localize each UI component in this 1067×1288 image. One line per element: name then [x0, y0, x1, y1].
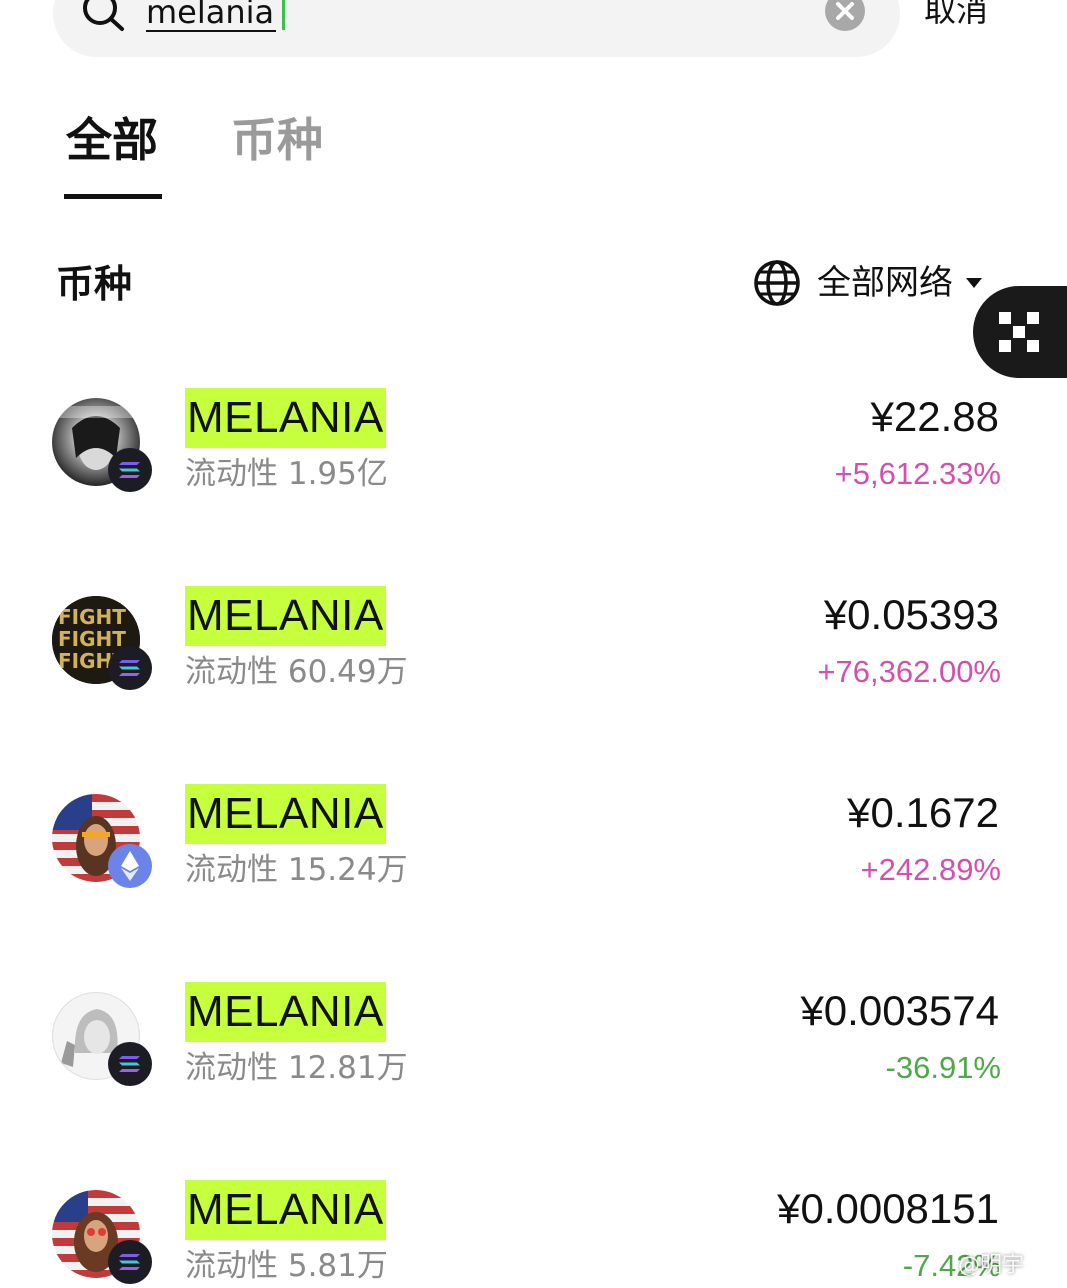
network-filter-label: 全部网络	[817, 263, 953, 303]
watermark: @明宇	[958, 1253, 1025, 1278]
token-liquidity: 流动性 12.81万	[185, 1050, 408, 1086]
token-liquidity: 流动性 5.81万	[185, 1248, 388, 1284]
token-name: MELANIA	[185, 982, 386, 1042]
tab-coins[interactable]: 币种	[231, 112, 323, 168]
token-price: ¥22.88	[870, 393, 999, 440]
token-price: ¥0.05393	[823, 591, 999, 638]
active-tab-indicator	[64, 194, 162, 199]
token-name: MELANIA	[185, 388, 386, 448]
token-change: +76,362.00%	[817, 654, 1001, 689]
globe-icon	[754, 260, 800, 306]
section-title: 币种	[56, 262, 133, 306]
token-row[interactable]: MELANIA 流动性 5.81万 ¥0.0008151 -7.42%	[0, 1174, 1067, 1288]
cancel-button[interactable]: 取消	[924, 0, 988, 32]
ethereum-icon	[108, 844, 152, 888]
search-icon	[83, 0, 124, 31]
tab-all[interactable]: 全部	[66, 112, 158, 168]
svg-text:FIGHT: FIGHT	[58, 605, 126, 629]
token-liquidity: 流动性 1.95亿	[185, 456, 388, 492]
solana-icon	[108, 646, 152, 690]
solana-icon	[108, 1042, 152, 1086]
token-name: MELANIA	[185, 1180, 386, 1240]
token-row[interactable]: MELANIA 流动性 1.95亿 ¥22.88 +5,612.33%	[0, 382, 1067, 522]
caret-down-icon	[966, 278, 982, 288]
search-results-screen: melania 取消 全部 币种 币种 全部网络 MELANIA 流动性 1.9…	[0, 0, 1067, 1288]
token-liquidity: 流动性 15.24万	[185, 852, 408, 888]
token-price: ¥0.003574	[800, 987, 999, 1034]
solana-icon	[108, 1240, 152, 1284]
search-input[interactable]: melania	[146, 0, 277, 32]
token-change: -36.91%	[885, 1050, 1001, 1085]
clear-icon[interactable]	[824, 0, 866, 32]
okx-logo-icon	[999, 312, 1039, 352]
network-filter[interactable]: 全部网络	[753, 258, 983, 308]
solana-icon	[108, 448, 152, 492]
token-price: ¥0.1672	[847, 789, 999, 836]
floating-app-button[interactable]	[973, 286, 1067, 378]
token-change: +242.89%	[860, 852, 1001, 887]
token-price: ¥0.0008151	[777, 1185, 999, 1232]
token-row[interactable]: MELANIA 流动性 15.24万 ¥0.1672 +242.89%	[0, 778, 1067, 918]
token-row[interactable]: MELANIA 流动性 12.81万 ¥0.003574 -36.91%	[0, 976, 1067, 1116]
token-name: MELANIA	[185, 784, 386, 844]
token-row[interactable]: FIGHT FIGHT FIGHT MELANIA 流动性 60.49万 ¥0.05…	[0, 580, 1067, 720]
token-name: MELANIA	[185, 586, 386, 646]
token-change: +5,612.33%	[834, 456, 1001, 491]
token-liquidity: 流动性 60.49万	[185, 654, 408, 690]
text-caret	[282, 0, 285, 30]
